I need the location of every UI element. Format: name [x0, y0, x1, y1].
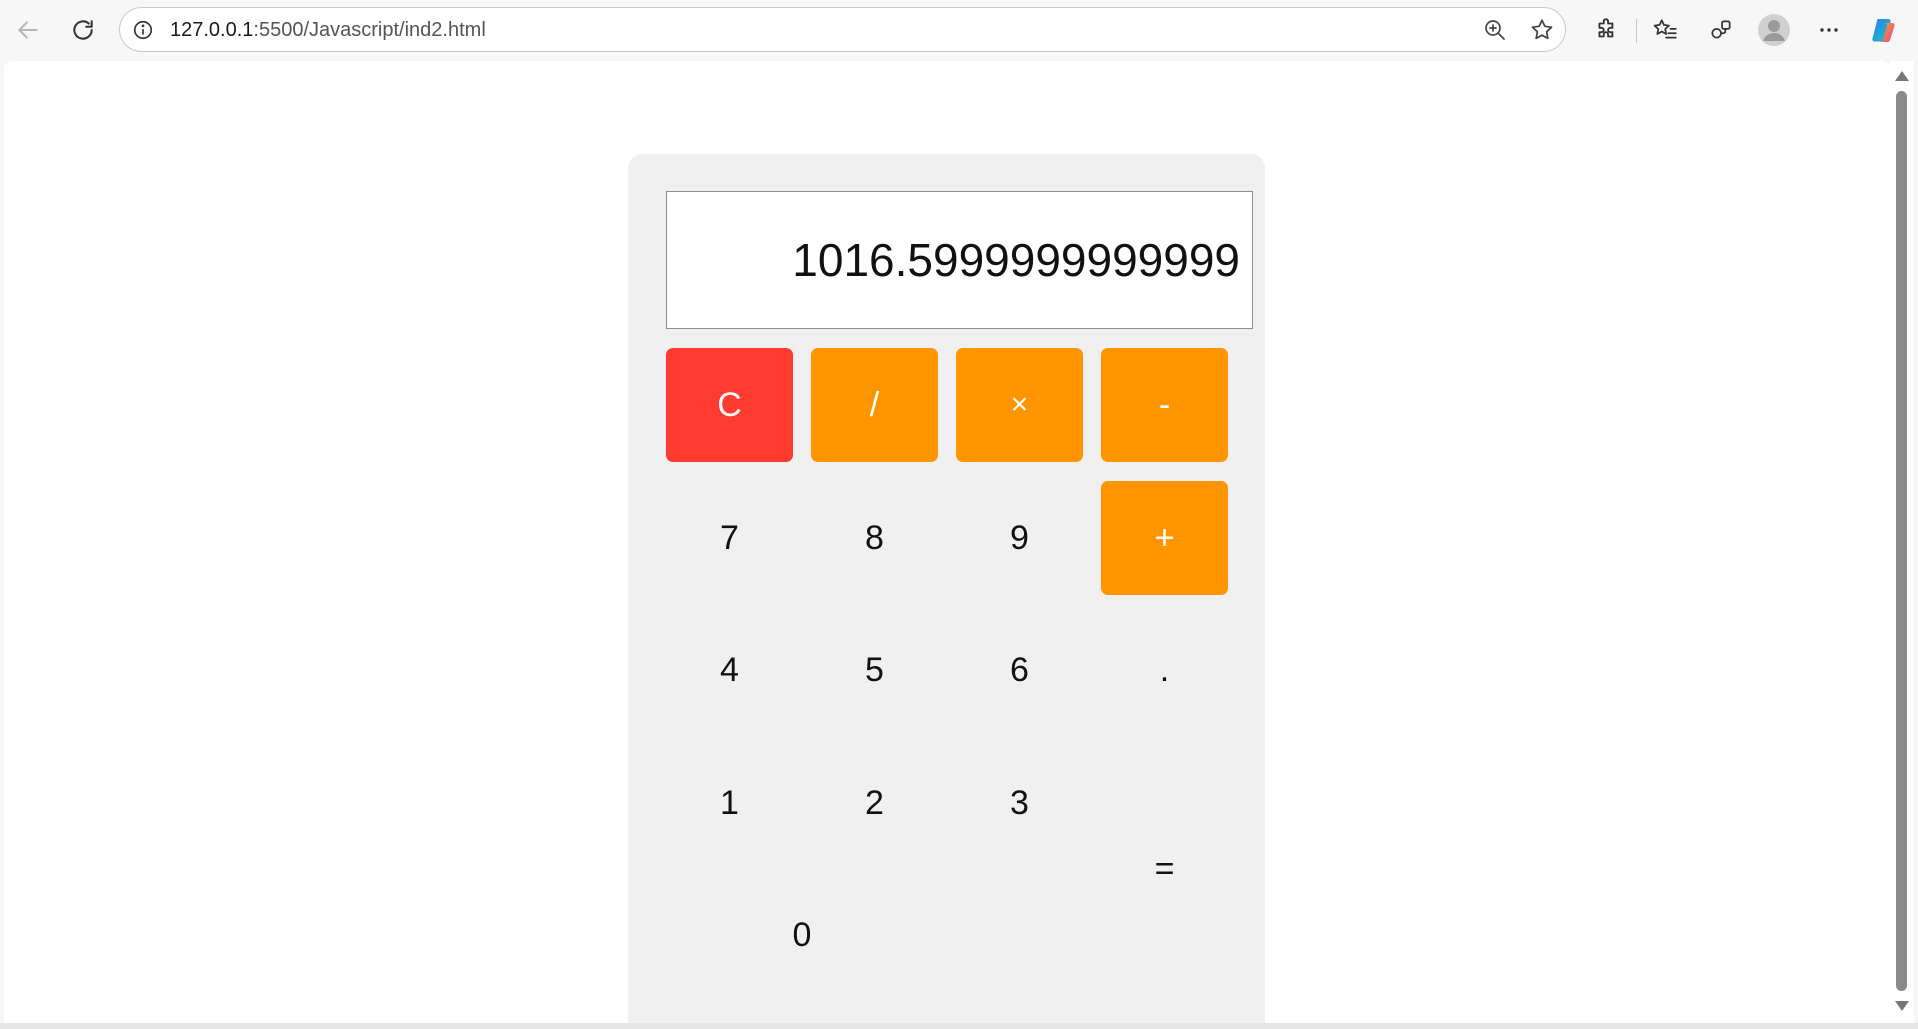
- scroll-thumb[interactable]: [1896, 91, 1907, 991]
- calculator-display: 1016.5999999999999: [666, 191, 1253, 329]
- url-path: :5500/Javascript/ind2.html: [253, 19, 486, 41]
- zoom-icon[interactable]: [1481, 16, 1509, 44]
- scroll-up-arrow-icon[interactable]: [1895, 71, 1909, 81]
- equals-button[interactable]: =: [1101, 746, 1228, 992]
- subtract-button[interactable]: -: [1101, 348, 1228, 462]
- page-scrollbar[interactable]: [1890, 61, 1914, 1023]
- collections-icon[interactable]: [1703, 12, 1739, 48]
- copilot-icon[interactable]: [1866, 12, 1902, 48]
- favorite-star-icon[interactable]: [1528, 16, 1556, 44]
- calculator: 1016.5999999999999 C / × - 7 8 9 + 4 5 6…: [628, 154, 1265, 1023]
- clear-button[interactable]: C: [666, 348, 793, 462]
- divide-button[interactable]: /: [811, 348, 938, 462]
- scroll-down-arrow-icon[interactable]: [1895, 1001, 1909, 1011]
- profile-avatar-icon[interactable]: [1756, 12, 1792, 48]
- digit-9-button[interactable]: 9: [956, 481, 1083, 595]
- window-bottom-edge: [0, 1023, 1918, 1029]
- url-host: 127.0.0.1: [170, 19, 254, 41]
- more-options-icon[interactable]: [1811, 12, 1847, 48]
- digit-3-button[interactable]: 3: [956, 746, 1083, 860]
- digit-7-button[interactable]: 7: [666, 481, 793, 595]
- digit-5-button[interactable]: 5: [811, 613, 938, 727]
- browser-toolbar: 127.0.0.1:5500/Javascript/ind2.html: [0, 0, 1918, 61]
- add-button[interactable]: +: [1101, 481, 1228, 595]
- site-info-icon[interactable]: [131, 18, 155, 42]
- digit-1-button[interactable]: 1: [666, 746, 793, 860]
- page-viewport: 1016.5999999999999 C / × - 7 8 9 + 4 5 6…: [4, 61, 1890, 1023]
- toolbar-separator: [1636, 19, 1637, 43]
- digit-2-button[interactable]: 2: [811, 746, 938, 860]
- digit-0-button[interactable]: 0: [666, 878, 938, 992]
- digit-8-button[interactable]: 8: [811, 481, 938, 595]
- digit-6-button[interactable]: 6: [956, 613, 1083, 727]
- multiply-button[interactable]: ×: [956, 348, 1083, 462]
- back-arrow-icon[interactable]: [8, 10, 48, 50]
- favorites-list-icon[interactable]: [1647, 12, 1683, 48]
- extensions-puzzle-icon[interactable]: [1589, 12, 1625, 48]
- reload-icon[interactable]: [63, 10, 103, 50]
- decimal-button[interactable]: .: [1101, 613, 1228, 727]
- digit-4-button[interactable]: 4: [666, 613, 793, 727]
- address-bar[interactable]: 127.0.0.1:5500/Javascript/ind2.html: [119, 7, 1566, 52]
- url-text[interactable]: 127.0.0.1:5500/Javascript/ind2.html: [170, 19, 486, 42]
